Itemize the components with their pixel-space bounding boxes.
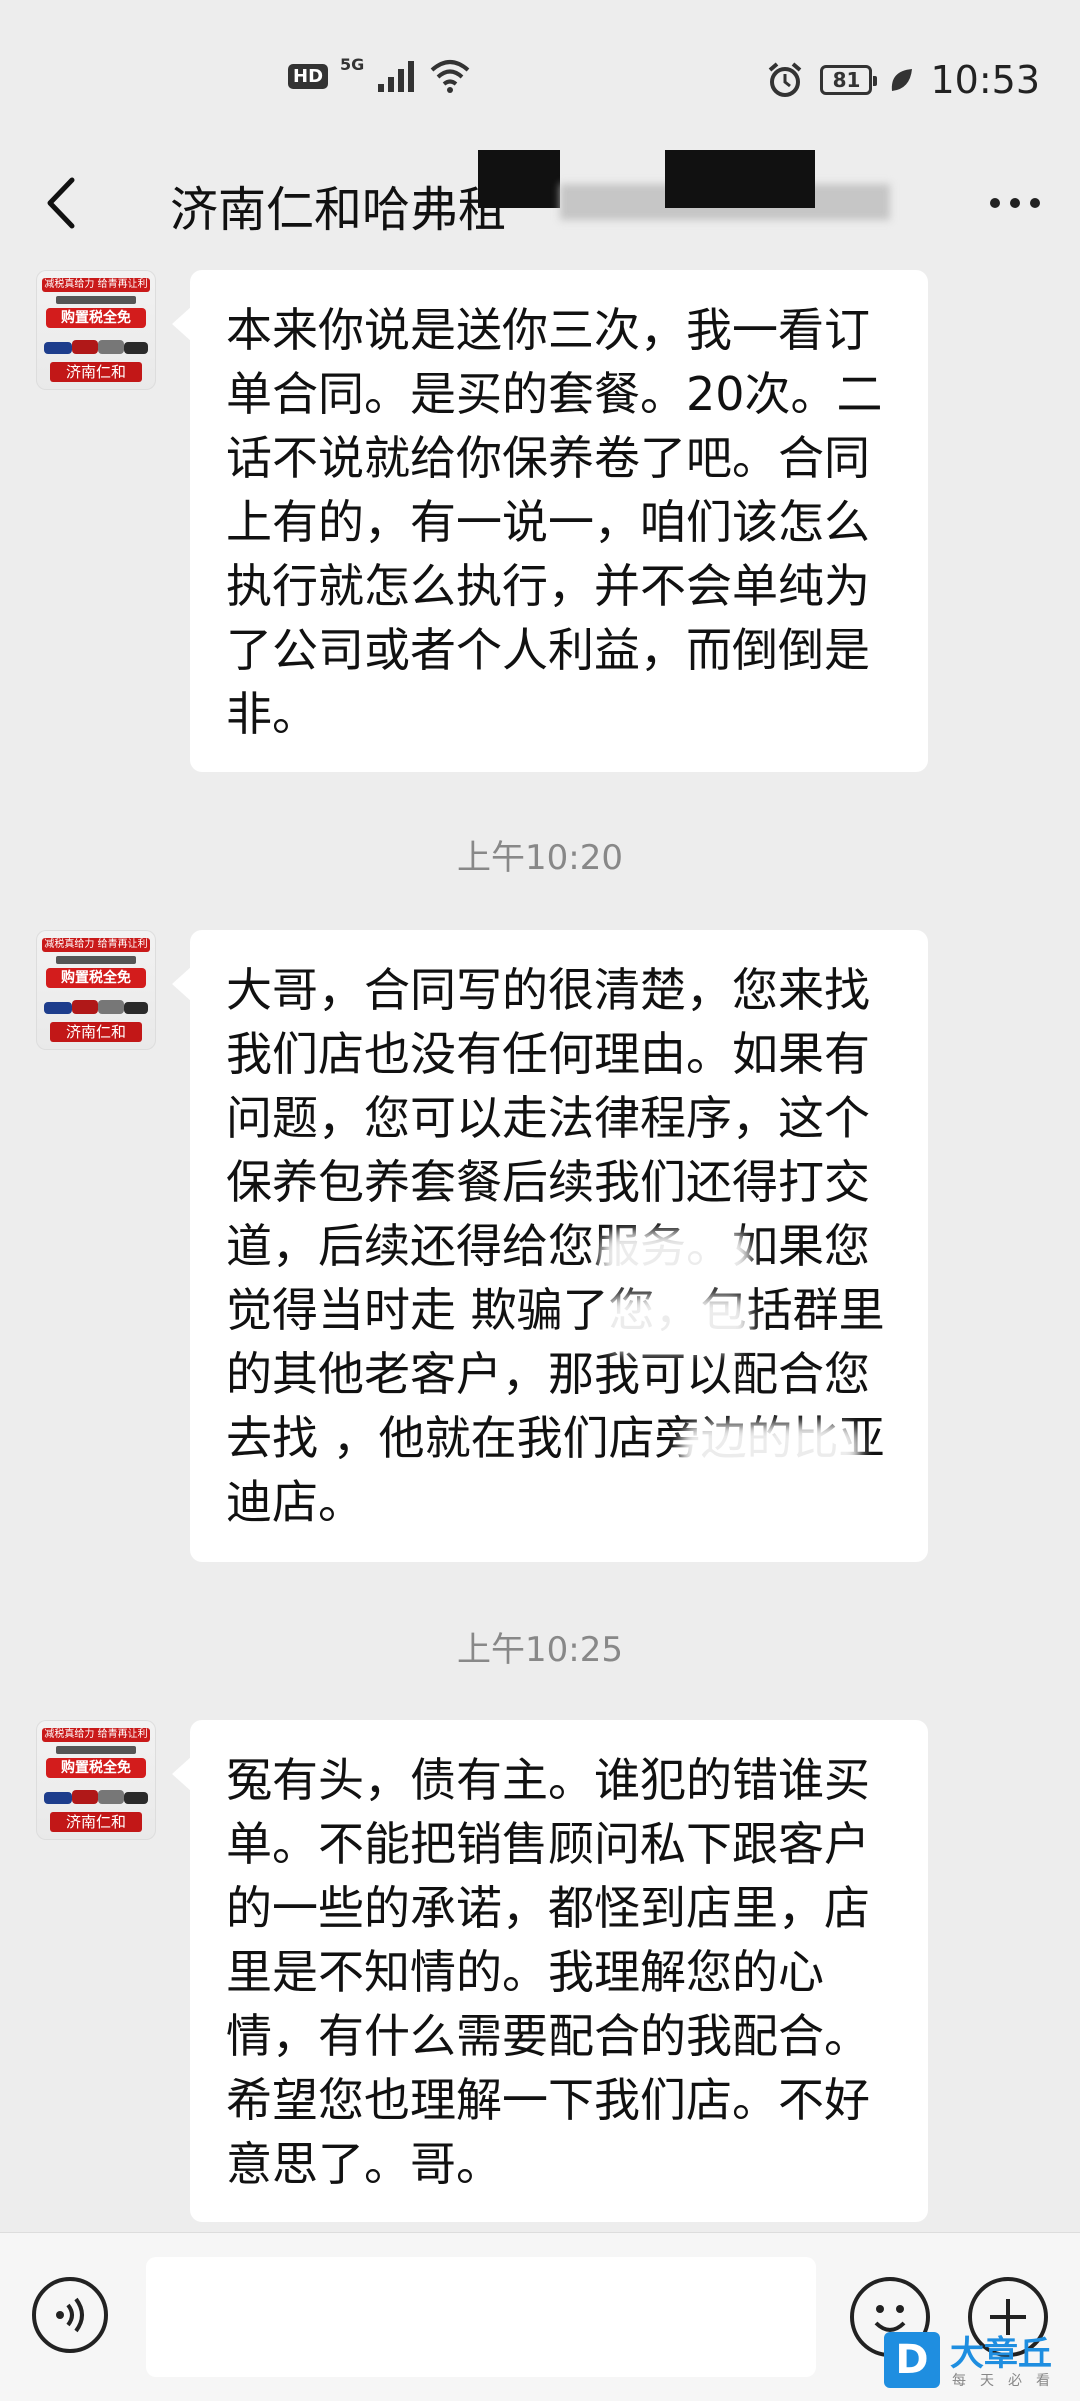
avatar-banner-text: 减税真给力 给青再让利: [42, 278, 150, 292]
avatar-brand-text: 济南仁和: [50, 1812, 142, 1832]
avatar-banner-text: 减税真给力 给青再让利: [42, 1728, 150, 1742]
timestamp: 上午10:25: [457, 1630, 623, 1670]
avatar-promo-text: 购置税全免: [46, 308, 146, 328]
wifi-icon: [430, 60, 470, 93]
chat-title: 济南仁和哈弗租: [170, 182, 507, 238]
redaction-blur: [600, 1232, 750, 1282]
voice-icon: [56, 2297, 84, 2333]
redaction-blur: [680, 1424, 860, 1476]
voice-input-button[interactable]: [32, 2277, 108, 2353]
avatar-stripe: [56, 956, 136, 964]
avatar-promo-text: 购置税全免: [46, 968, 146, 988]
dot-icon: [990, 198, 1000, 208]
avatar-banner-text: 减税真给力 给青再让利: [42, 938, 150, 952]
clock-time: 10:53: [930, 58, 1040, 102]
battery-level: 81: [832, 68, 861, 92]
more-options-button[interactable]: [980, 178, 1050, 228]
dot-icon: [1030, 198, 1040, 208]
status-right: 81 10:53: [766, 55, 1040, 105]
watermark-d-icon: D: [884, 2332, 940, 2388]
alarm-icon: [769, 62, 802, 97]
signal-icon: [378, 61, 415, 92]
avatar-stripe: [56, 296, 136, 304]
network-status: HD 5G: [288, 54, 472, 94]
chat-header: 济南仁和哈弗租: [0, 150, 1080, 260]
status-bar: HD 5G 81 10:53: [0, 0, 1080, 150]
sender-avatar[interactable]: 减税真给力 给青再让利 购置税全免 济南仁和: [36, 1720, 156, 1840]
car-image: [44, 340, 148, 354]
watermark-logo: D 大章丘 每天必看: [880, 2318, 1080, 2400]
avatar-stripe: [56, 1746, 136, 1754]
car-image: [44, 1000, 148, 1014]
watermark-title: 大章丘: [950, 2334, 1052, 2374]
message-input[interactable]: [146, 2257, 816, 2377]
car-image: [44, 1790, 148, 1804]
watermark-subtitle: 每天必看: [952, 2373, 1064, 2389]
sender-avatar[interactable]: 减税真给力 给青再让利 购置税全免 济南仁和: [36, 270, 156, 390]
sender-avatar[interactable]: 减税真给力 给青再让利 购置税全免 济南仁和: [36, 930, 156, 1050]
dot-icon: [1010, 198, 1020, 208]
back-button[interactable]: [30, 168, 100, 238]
avatar-brand-text: 济南仁和: [50, 362, 142, 382]
battery-icon: 81: [820, 65, 878, 95]
hd-badge: HD: [288, 63, 329, 89]
network-type: 5G: [340, 54, 365, 74]
redaction-block: [478, 150, 560, 208]
redaction-block: [665, 150, 815, 208]
timestamp: 上午10:20: [457, 838, 623, 878]
message-bubble[interactable]: 本来你说是送你三次，我一看订单合同。是买的套餐。20次。二话不说就给你保养卷了吧…: [172, 270, 928, 772]
message-bubble[interactable]: 冤有头，债有主。谁犯的错谁买单。不能把销售顾问私下跟客户的一些的承诺，都怪到店里…: [172, 1720, 928, 2222]
avatar-promo-text: 购置税全免: [46, 1758, 146, 1778]
avatar-brand-text: 济南仁和: [50, 1022, 142, 1042]
leaf-icon: [892, 69, 913, 91]
redaction-blur: [600, 1296, 750, 1352]
chevron-left-icon: [47, 177, 75, 229]
